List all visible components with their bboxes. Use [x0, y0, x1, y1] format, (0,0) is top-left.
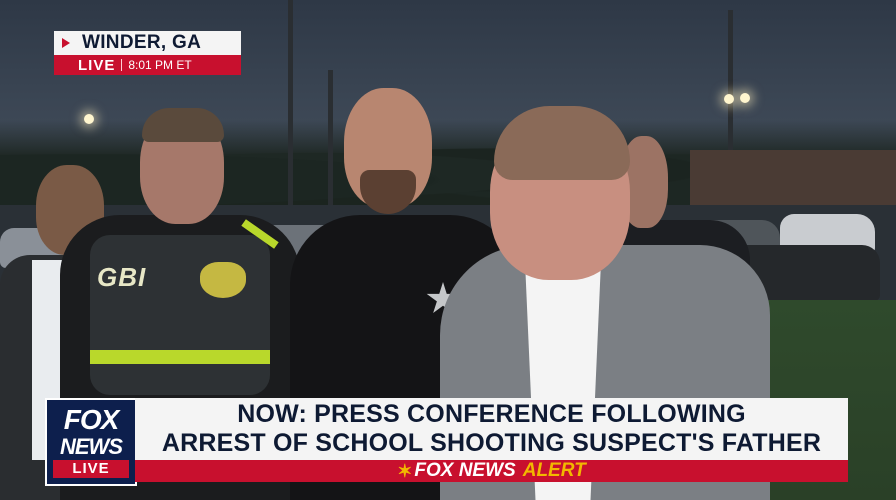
headline-line-2: ARREST OF SCHOOL SHOOTING SUSPECT'S FATH…	[161, 429, 822, 457]
news-alert-bar: ✶ FOX NEWS ALERT	[135, 460, 848, 482]
light-pole	[328, 70, 333, 210]
light-pole	[288, 0, 293, 210]
headline-line-1: NOW: PRESS CONFERENCE FOLLOWING	[237, 400, 746, 428]
alert-brand: FOX NEWS	[414, 460, 516, 481]
logo-live-badge: LIVE	[53, 460, 129, 478]
logo-news-text: NEWS	[60, 434, 123, 459]
hair	[142, 108, 224, 142]
location-bug: WINDER, GA LIVE 8:01 PM ET	[54, 31, 241, 75]
stadium-light	[84, 114, 94, 124]
badge-patch	[200, 262, 246, 298]
stadium-light	[724, 94, 734, 104]
fox-news-logo: FOX NEWS LIVE	[45, 398, 137, 486]
school-building	[690, 150, 896, 210]
logo-fox-text: FOX	[63, 404, 120, 435]
live-label: LIVE	[78, 56, 116, 74]
alert-label: ALERT	[522, 460, 586, 481]
broadcast-time: 8:01 PM ET	[128, 58, 192, 72]
stadium-light	[740, 93, 750, 103]
play-arrow-icon	[62, 38, 70, 48]
alert-swoosh-icon: ✶	[397, 460, 413, 481]
live-time-row: LIVE 8:01 PM ET	[54, 55, 241, 75]
separator	[121, 59, 123, 71]
vest-label: GBI	[97, 262, 147, 292]
location-city: WINDER, GA	[82, 32, 202, 53]
lower-third-headline: NOW: PRESS CONFERENCE FOLLOWING ARREST O…	[135, 398, 848, 460]
location-row: WINDER, GA	[54, 31, 241, 55]
